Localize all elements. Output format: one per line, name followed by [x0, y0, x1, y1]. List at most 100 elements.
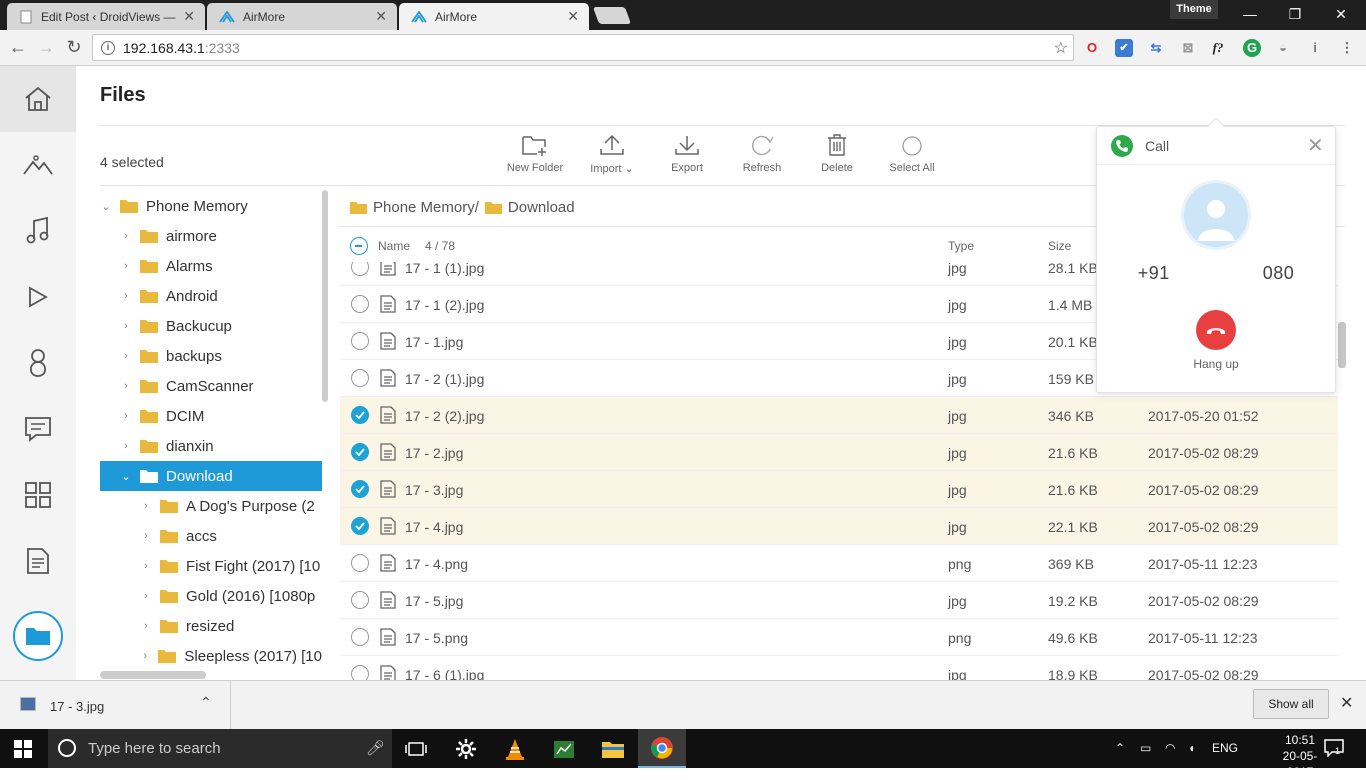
task-view-icon[interactable]: [392, 729, 440, 768]
bookmark-star-icon[interactable]: ☆: [1054, 38, 1068, 58]
row-checkbox[interactable]: [351, 443, 369, 461]
volume-icon[interactable]: ◖: [1188, 741, 1195, 755]
check-extension-icon[interactable]: ✔: [1115, 39, 1133, 57]
tree-item[interactable]: › DCIM: [100, 401, 322, 431]
row-checkbox[interactable]: [351, 665, 369, 680]
tab-airmore-1[interactable]: AirMore ✕: [207, 3, 397, 30]
sidebar-item-messages[interactable]: [0, 396, 76, 462]
table-row[interactable]: 17 - 4.png png 369 KB 2017-05-11 12:23: [340, 545, 1338, 582]
chevron-right-icon[interactable]: ›: [140, 500, 152, 512]
tree-item[interactable]: › A Dog's Purpose (2: [100, 491, 322, 521]
deselect-all-checkbox[interactable]: [350, 237, 368, 255]
microphone-icon[interactable]: 🎤︎: [366, 739, 385, 757]
chrome-icon[interactable]: [638, 729, 686, 768]
row-checkbox[interactable]: [351, 591, 369, 609]
table-row[interactable]: 17 - 3.jpg jpg 21.6 KB 2017-05-02 08:29: [340, 471, 1338, 508]
font-extension-icon[interactable]: f?: [1209, 39, 1227, 57]
minimize-button[interactable]: —: [1236, 4, 1264, 24]
file-name[interactable]: 17 - 2.jpg: [405, 445, 463, 461]
sidebar-item-contacts[interactable]: [0, 330, 76, 396]
row-checkbox[interactable]: [351, 332, 369, 350]
tree-horizontal-scrollbar[interactable]: [100, 671, 206, 679]
grammarly-extension-icon[interactable]: G: [1243, 39, 1261, 57]
row-checkbox[interactable]: [351, 262, 369, 276]
close-icon[interactable]: ✕: [1340, 693, 1353, 713]
chevron-right-icon[interactable]: ›: [140, 530, 152, 542]
box-extension-icon[interactable]: ⊠: [1179, 39, 1197, 57]
settings-gear-icon[interactable]: [442, 729, 490, 768]
tree-item[interactable]: ⌄ Download: [100, 461, 322, 491]
sidebar-item-videos[interactable]: [0, 264, 76, 330]
file-name[interactable]: 17 - 1 (1).jpg: [405, 262, 484, 276]
sidebar-item-music[interactable]: [0, 198, 76, 264]
hang-up-button[interactable]: [1196, 310, 1236, 350]
breadcrumb-root[interactable]: Phone Memory/: [373, 199, 479, 216]
file-name[interactable]: 17 - 1.jpg: [405, 334, 463, 350]
refresh-button[interactable]: Refresh: [727, 134, 797, 174]
windows-start-icon[interactable]: [14, 740, 32, 758]
window-close-button[interactable]: ✕: [1327, 4, 1355, 24]
tab-close-icon[interactable]: ✕: [375, 8, 387, 25]
switch-extension-icon[interactable]: ⇆: [1147, 39, 1165, 57]
notifications-icon[interactable]: 1: [1324, 739, 1344, 757]
tree-item[interactable]: › resized: [100, 611, 322, 641]
forward-icon[interactable]: →: [35, 37, 57, 59]
spreadsheet-icon[interactable]: [540, 729, 588, 768]
new-tab-button[interactable]: [592, 7, 632, 24]
column-type[interactable]: Type: [948, 239, 974, 253]
file-explorer-icon[interactable]: [589, 729, 637, 768]
tab-edit-post[interactable]: Edit Post ‹ DroidViews — ✕: [7, 3, 205, 30]
row-checkbox[interactable]: [351, 406, 369, 424]
row-checkbox[interactable]: [351, 295, 369, 313]
file-name[interactable]: 17 - 4.png: [405, 556, 468, 572]
export-button[interactable]: Export: [652, 134, 722, 174]
chevron-right-icon[interactable]: ›: [120, 380, 132, 392]
tree-item[interactable]: › Fist Fight (2017) [10: [100, 551, 322, 581]
sidebar-item-documents[interactable]: [0, 528, 76, 594]
chevron-right-icon[interactable]: ›: [140, 590, 152, 602]
import-button[interactable]: Import ⌄: [577, 134, 647, 175]
table-row[interactable]: 17 - 6 (1).jpg jpg 18.9 KB 2017-05-02 08:29: [340, 656, 1338, 680]
info-icon[interactable]: i: [101, 40, 115, 55]
tree-item[interactable]: › CamScanner: [100, 371, 322, 401]
tree-item[interactable]: › Gold (2016) [1080p: [100, 581, 322, 611]
clock[interactable]: 10:51 20-05-2017: [1270, 732, 1330, 780]
tree-scrollbar[interactable]: [322, 190, 328, 402]
chevron-right-icon[interactable]: ›: [120, 350, 132, 362]
file-name[interactable]: 17 - 6 (1).jpg: [405, 667, 484, 680]
sidebar-item-apps[interactable]: [0, 462, 76, 528]
tree-item[interactable]: › Backucup: [100, 311, 322, 341]
chevron-right-icon[interactable]: ›: [120, 440, 132, 452]
chevron-right-icon[interactable]: ›: [140, 650, 150, 662]
vlc-icon[interactable]: [491, 729, 539, 768]
file-name[interactable]: 17 - 5.png: [405, 630, 468, 646]
row-checkbox[interactable]: [351, 480, 369, 498]
chevron-right-icon[interactable]: ›: [140, 560, 152, 572]
tree-item-phone-memory[interactable]: ⌄ Phone Memory: [100, 191, 322, 221]
column-name[interactable]: Name: [378, 239, 410, 253]
row-checkbox[interactable]: [351, 517, 369, 535]
tree-item[interactable]: › Android: [100, 281, 322, 311]
tree-item[interactable]: › Sleepless (2017) [10: [100, 641, 322, 671]
select-all-button[interactable]: Select All: [877, 134, 947, 174]
chevron-right-icon[interactable]: ›: [120, 320, 132, 332]
chevron-down-icon[interactable]: ⌄: [120, 470, 132, 483]
column-size[interactable]: Size: [1048, 239, 1071, 253]
row-checkbox[interactable]: [351, 628, 369, 646]
table-row[interactable]: 17 - 4.jpg jpg 22.1 KB 2017-05-02 08:29: [340, 508, 1338, 545]
tree-item[interactable]: › backups: [100, 341, 322, 371]
chevron-right-icon[interactable]: ›: [120, 290, 132, 302]
chevron-right-icon[interactable]: ›: [120, 410, 132, 422]
cloud-extension-icon[interactable]: ◒: [1274, 39, 1292, 57]
show-all-button[interactable]: Show all: [1253, 689, 1329, 719]
tree-item[interactable]: › Alarms: [100, 251, 322, 281]
download-item[interactable]: 17 - 3.jpg ⌃: [0, 681, 231, 729]
table-row[interactable]: 17 - 5.png png 49.6 KB 2017-05-11 12:23: [340, 619, 1338, 656]
file-name[interactable]: 17 - 1 (2).jpg: [405, 297, 484, 313]
new-folder-button[interactable]: New Folder: [500, 134, 570, 174]
file-name[interactable]: 17 - 5.jpg: [405, 593, 463, 609]
opera-extension-icon[interactable]: O: [1083, 39, 1101, 57]
delete-button[interactable]: Delete: [802, 134, 872, 174]
file-name[interactable]: 17 - 4.jpg: [405, 519, 463, 535]
chevron-up-icon[interactable]: ⌃: [200, 694, 212, 711]
